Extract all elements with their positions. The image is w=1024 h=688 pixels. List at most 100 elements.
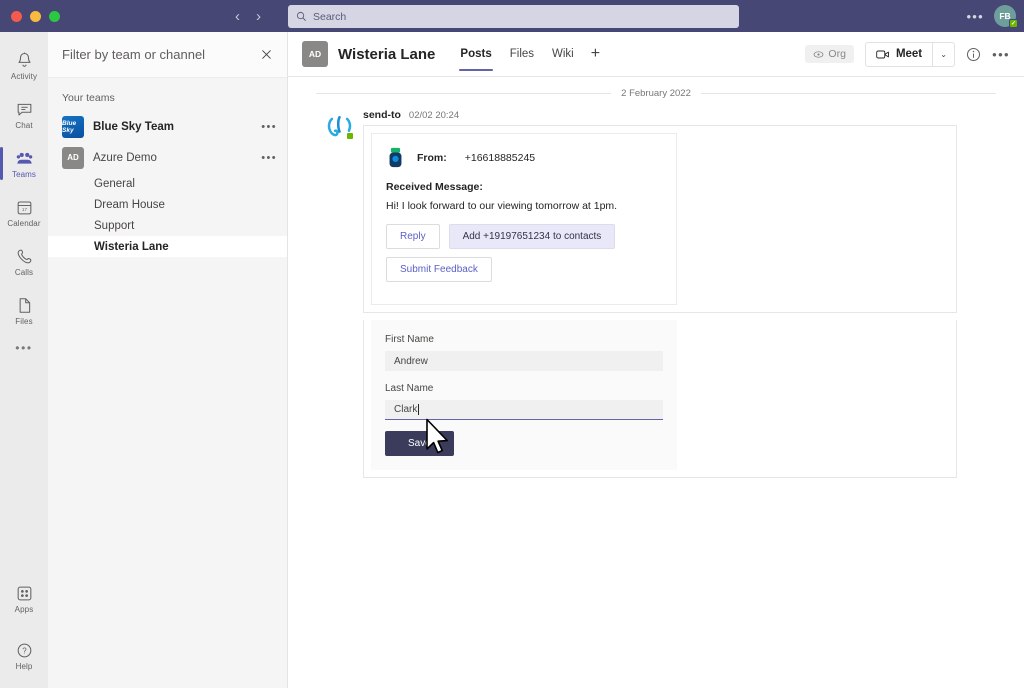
add-tab-button[interactable]: + [583,46,608,62]
message-meta: send-to 02/02 20:24 [363,105,996,125]
search-icon [296,11,306,21]
last-name-input[interactable]: Clark [385,400,663,420]
rail-item-files[interactable]: Files [0,286,48,335]
rail-label-apps: Apps [14,604,34,614]
search-placeholder: Search [313,10,347,23]
channel-item-support[interactable]: Support [48,215,287,236]
sms-phone-icon [389,147,402,168]
close-icon[interactable] [260,48,273,61]
last-name-label: Last Name [385,383,434,394]
rail-item-calls[interactable]: Calls [0,237,48,286]
team-avatar-text: AD [67,153,79,162]
message-item: send-to 02/02 20:24 From: +16618885245 R… [316,105,996,478]
received-message-label: Received Message: [386,181,483,193]
meet-button[interactable]: Meet [864,41,933,67]
filter-bar [48,32,287,78]
divider-line-right [700,93,996,94]
from-row: From: +16618885245 [386,147,662,169]
team-more-button-blue-sky[interactable]: ••• [261,121,277,133]
user-avatar[interactable]: FB ✓ [994,5,1018,28]
forward-arrow-icon[interactable]: › [256,9,261,24]
save-button[interactable]: Save [385,431,454,456]
your-teams-heading: Your teams [62,92,115,104]
rail-item-calendar[interactable]: 17 Calendar [0,188,48,237]
first-name-value: Andrew [394,355,428,367]
received-message-text: Hi! I look forward to our viewing tomorr… [386,200,618,212]
svg-text:17: 17 [22,207,27,212]
rail-item-chat[interactable]: Chat [0,90,48,139]
bell-icon [17,52,31,67]
conversation-area: 2 February 2022 send-to 02/02 20:24 From… [288,77,1024,688]
channel-team-avatar-text: AD [308,49,322,59]
meet-button-group: Meet ⌄ [864,41,956,67]
titlebar-more-button[interactable]: ••• [966,10,984,23]
rail-bottom-group: Apps ? Help [0,574,48,680]
message-sender-name: send-to [363,109,401,121]
tab-posts[interactable]: Posts [451,32,500,77]
team-more-button-azure-demo[interactable]: ••• [261,152,277,164]
text-cursor [418,404,420,415]
team-row-blue-sky[interactable]: Blue Sky Blue Sky Team ••• [48,111,287,142]
rail-item-teams[interactable]: Teams [0,139,48,188]
rail-item-help[interactable]: ? Help [0,631,48,680]
org-badge-label: Org [828,48,846,60]
meet-dropdown-button[interactable]: ⌄ [932,41,956,67]
channel-item-dream-house[interactable]: Dream House [48,194,287,215]
svg-text:?: ? [22,646,27,655]
close-window-button[interactable] [11,10,22,22]
filter-input[interactable] [62,47,260,62]
info-icon[interactable] [966,47,981,62]
presence-available-badge [346,132,354,140]
channel-item-general[interactable]: General [48,173,287,194]
first-name-input[interactable]: Andrew [385,351,663,371]
tab-files[interactable]: Files [501,32,543,77]
add-to-contacts-button[interactable]: Add +19197651234 to contacts [448,224,616,249]
rail-label-calendar: Calendar [7,218,41,228]
team-row-azure-demo[interactable]: AD Azure Demo ••• [48,142,287,173]
maximize-window-button[interactable] [49,10,60,22]
presence-available-badge: ✓ [1009,19,1018,28]
channel-tabs: Posts Files Wiki + [451,32,608,77]
message-sender-avatar [326,113,354,140]
chat-icon [17,103,31,116]
channel-header-actions: Org Meet ⌄ ••• [805,41,1010,67]
submit-feedback-button[interactable]: Submit Feedback [386,257,492,282]
channel-more-button[interactable]: ••• [992,47,1010,62]
apps-icon [17,586,31,600]
org-badge[interactable]: Org [805,45,854,63]
meet-button-label: Meet [895,48,923,60]
contact-form: First Name Andrew Last Name Clark Save [371,320,677,470]
adaptive-card-message: From: +16618885245 Received Message: Hi!… [363,125,957,313]
main-content: AD Wisteria Lane Posts Files Wiki + Org … [288,32,1024,688]
titlebar-right-controls: ••• FB ✓ [966,0,1018,32]
channel-header: AD Wisteria Lane Posts Files Wiki + Org … [288,32,1024,77]
rail-item-activity[interactable]: Activity [0,41,48,90]
team-avatar-blue-sky: Blue Sky [62,115,84,138]
title-bar: ‹ › Search ••• FB ✓ [0,0,1024,32]
window-controls [0,10,60,22]
rail-label-help: Help [15,661,33,671]
search-bar[interactable]: Search [288,5,739,28]
minimize-window-button[interactable] [30,10,41,22]
message-timestamp: 02/02 20:24 [408,110,460,121]
date-divider-label: 2 February 2022 [621,88,691,99]
from-label: From: [417,152,447,164]
channel-item-wisteria-lane[interactable]: Wisteria Lane [48,236,287,257]
tab-wiki[interactable]: Wiki [543,32,583,77]
rail-more-button[interactable]: ••• [15,341,32,355]
divider-line-left [316,93,612,94]
eye-icon [814,50,824,58]
rail-label-chat: Chat [15,120,33,130]
team-avatar-azure-demo: AD [62,146,84,169]
reply-button[interactable]: Reply [386,224,440,249]
from-phone-number: +16618885245 [464,152,536,164]
page-title: Wisteria Lane [338,45,436,63]
channel-team-avatar: AD [302,41,328,67]
last-name-value: Clark [394,404,418,415]
message-body: send-to 02/02 20:24 From: +16618885245 R… [363,105,996,478]
teams-icon [16,152,32,164]
rail-item-apps[interactable]: Apps [0,574,48,623]
back-arrow-icon[interactable]: ‹ [235,9,240,24]
rail-label-activity: Activity [10,71,38,81]
teams-window: ‹ › Search ••• FB ✓ Activity Chat Teams … [0,0,1024,688]
